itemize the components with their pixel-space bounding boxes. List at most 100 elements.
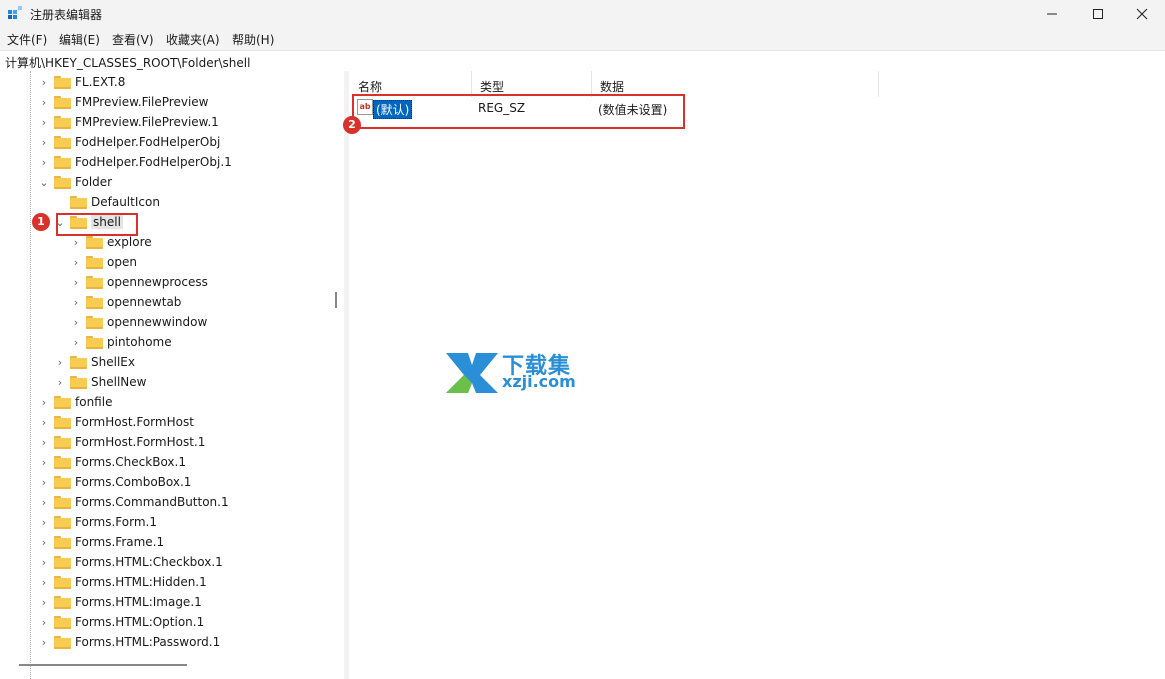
address-bar[interactable]: 计算机\HKEY_CLASSES_ROOT\Folder\shell [0, 50, 1165, 72]
column-type-label: 类型 [480, 80, 505, 94]
highlight-box-shell [56, 213, 138, 236]
tree-item-label: FormHost.FormHost [75, 415, 194, 429]
chevron-right-icon[interactable]: › [70, 276, 82, 290]
menu-file[interactable]: 文件(F) [7, 31, 47, 48]
chevron-right-icon[interactable]: › [38, 476, 50, 490]
chevron-right-icon[interactable]: › [38, 536, 50, 550]
folder-icon [54, 456, 71, 469]
chevron-right-icon[interactable]: › [38, 416, 50, 430]
title-bar: 注册表编辑器 [0, 0, 1165, 28]
maximize-button[interactable] [1075, 0, 1121, 28]
tree-item-label: Forms.HTML:Option.1 [75, 615, 205, 629]
chevron-right-icon[interactable]: › [38, 456, 50, 470]
chevron-right-icon[interactable]: › [54, 356, 66, 370]
tree-item-label: FodHelper.FodHelperObj [75, 135, 221, 149]
highlight-box-value [352, 94, 685, 129]
tree-item-label: Folder [75, 175, 113, 189]
chevron-right-icon[interactable]: › [54, 376, 66, 390]
chevron-right-icon[interactable]: › [38, 436, 50, 450]
tree-item-label: FMPreview.FilePreview.1 [75, 115, 219, 129]
tree-item-label: Forms.CommandButton.1 [75, 495, 229, 509]
folder-icon [54, 636, 71, 649]
folder-icon [54, 156, 71, 169]
tree-item-label: ShellEx [91, 355, 135, 369]
folder-icon [54, 556, 71, 569]
folder-icon [54, 536, 71, 549]
tree-item-label: fonfile [75, 395, 113, 409]
tree-item-label: Forms.Frame.1 [75, 535, 165, 549]
chevron-right-icon[interactable]: › [70, 336, 82, 350]
chevron-right-icon[interactable]: › [70, 236, 82, 250]
chevron-right-icon[interactable]: › [38, 516, 50, 530]
chevron-right-icon[interactable]: › [38, 396, 50, 410]
chevron-right-icon[interactable]: › [38, 636, 50, 650]
tree-item-label: open [107, 255, 137, 269]
chevron-right-icon[interactable]: › [38, 156, 50, 170]
chevron-right-icon[interactable]: › [38, 616, 50, 630]
maximize-icon [1093, 9, 1103, 19]
chevron-right-icon[interactable]: › [70, 256, 82, 270]
watermark-arrow-icon [446, 353, 498, 393]
folder-icon [86, 236, 103, 249]
folder-icon [86, 256, 103, 269]
tree-vertical-scrollbar[interactable] [335, 292, 337, 308]
folder-icon [70, 376, 87, 389]
watermark-logo: 下载集 xzji.com [446, 349, 596, 393]
close-button[interactable] [1119, 0, 1165, 28]
chevron-right-icon[interactable]: › [70, 316, 82, 330]
chevron-down-icon[interactable]: ⌄ [38, 176, 50, 190]
folder-icon [54, 576, 71, 589]
tree-item-label: Forms.HTML:Checkbox.1 [75, 555, 223, 569]
folder-icon [54, 76, 71, 89]
folder-icon [54, 516, 71, 529]
chevron-right-icon[interactable]: › [38, 76, 50, 90]
chevron-right-icon[interactable]: › [38, 116, 50, 130]
tree-horizontal-scrollbar[interactable] [0, 663, 344, 669]
tree-item-label: Forms.CheckBox.1 [75, 455, 186, 469]
window-title: 注册表编辑器 [30, 8, 103, 22]
folder-icon [54, 596, 71, 609]
tree-item-label: FormHost.FormHost.1 [75, 435, 206, 449]
tree-item-label: DefaultIcon [91, 195, 160, 209]
menu-edit[interactable]: 编辑(E) [59, 31, 100, 48]
menu-help[interactable]: 帮助(H) [232, 31, 274, 48]
folder-icon [54, 136, 71, 149]
folder-icon [86, 276, 103, 289]
folder-icon [86, 336, 103, 349]
tree-item-label: Forms.ComboBox.1 [75, 475, 192, 489]
folder-icon [54, 176, 71, 189]
folder-icon [54, 116, 71, 129]
key-tree-pane[interactable]: › FL.EXT.8 › FMPreview.FilePreview › FMPrevie… [0, 71, 344, 679]
column-data-label: 数据 [600, 80, 625, 94]
tree-item-label: FodHelper.FodHelperObj.1 [75, 155, 232, 169]
folder-icon [86, 316, 103, 329]
folder-icon [54, 476, 71, 489]
tree-item-label: Forms.HTML:Password.1 [75, 635, 221, 649]
menu-favorites[interactable]: 收藏夹(A) [166, 31, 220, 48]
minimize-icon [1047, 13, 1057, 15]
tree-item-label: pintohome [107, 335, 172, 349]
folder-icon [70, 196, 87, 209]
folder-icon [54, 496, 71, 509]
chevron-right-icon[interactable]: › [38, 596, 50, 610]
chevron-right-icon[interactable]: › [38, 96, 50, 110]
tree-guide-line [30, 71, 31, 679]
chevron-right-icon[interactable]: › [70, 296, 82, 310]
address-path[interactable]: 计算机\HKEY_CLASSES_ROOT\Folder\shell [5, 54, 250, 71]
menu-bar: 文件(F) 编辑(E) 查看(V) 收藏夹(A) 帮助(H) [0, 28, 1165, 48]
folder-icon [54, 436, 71, 449]
tree-item-label: FL.EXT.8 [75, 75, 126, 89]
tree-horizontal-scroll-thumb[interactable] [19, 664, 187, 666]
close-icon [1136, 8, 1148, 20]
menu-view[interactable]: 查看(V) [112, 31, 154, 48]
folder-icon [54, 396, 71, 409]
folder-icon [54, 96, 71, 109]
chevron-right-icon[interactable]: › [38, 576, 50, 590]
regedit-app-icon [8, 6, 22, 19]
chevron-right-icon[interactable]: › [38, 496, 50, 510]
minimize-button[interactable] [1029, 0, 1075, 28]
chevron-right-icon[interactable]: › [38, 136, 50, 150]
tree-item-label: ShellNew [91, 375, 147, 389]
chevron-right-icon[interactable]: › [38, 556, 50, 570]
